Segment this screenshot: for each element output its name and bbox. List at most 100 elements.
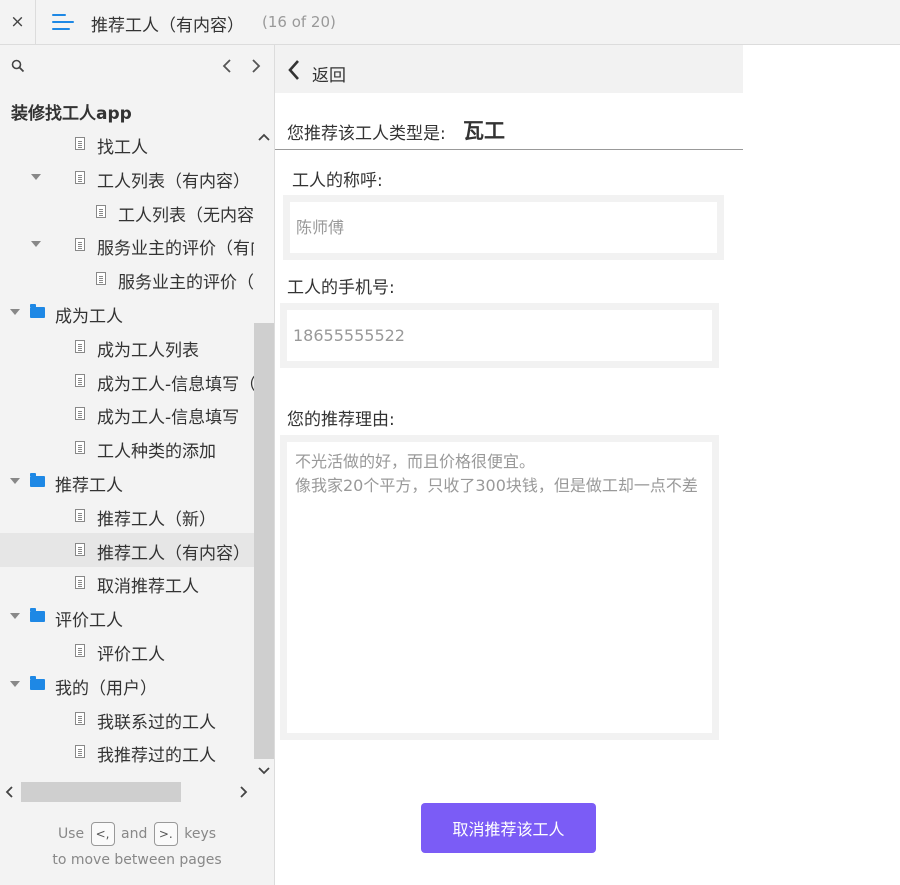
- caret-down-icon[interactable]: [10, 680, 20, 687]
- sidebar-page-item[interactable]: 取消推荐工人: [0, 566, 254, 600]
- key-prev: <,: [90, 822, 115, 846]
- page-icon: [75, 711, 85, 725]
- chevron-left-icon: [222, 59, 231, 73]
- page-icon: [75, 576, 85, 590]
- prev-page-button[interactable]: [218, 55, 236, 77]
- sidebar-page-item[interactable]: 我联系过的工人: [0, 702, 254, 736]
- sidebar-page-item[interactable]: 服务业主的评价（无内容）: [0, 262, 254, 296]
- page-icon: [75, 441, 85, 455]
- scrollbar-thumb[interactable]: [21, 782, 181, 802]
- caret-down-icon[interactable]: [10, 309, 20, 315]
- folder-icon: [30, 473, 45, 487]
- scroll-up-icon[interactable]: [258, 127, 270, 147]
- top-bar: × 推荐工人（有内容） (16 of 20): [0, 0, 900, 45]
- worker-name-input[interactable]: [290, 202, 717, 253]
- page-title: 推荐工人（有内容）: [91, 16, 244, 36]
- prototype-canvas: 返回 您推荐该工人类型是: 瓦工 工人的称呼: 工人的手机号: 您的推荐理由: …: [275, 45, 900, 885]
- scroll-left-icon[interactable]: [3, 782, 15, 802]
- reason-textarea[interactable]: [287, 442, 712, 733]
- caret-down-icon[interactable]: [31, 173, 41, 180]
- sidebar-item-label: 找工人: [97, 138, 148, 158]
- sidebar-page-item[interactable]: 找工人: [0, 127, 254, 161]
- sidebar-item-label: 服务业主的评价（无内容）: [118, 273, 254, 294]
- page-icon: [75, 542, 85, 556]
- sidebar-page-item[interactable]: 成为工人列表: [0, 330, 254, 364]
- sidebar-folder[interactable]: 我的（用户）: [0, 668, 254, 702]
- close-button[interactable]: ×: [0, 0, 36, 44]
- worker-type-value: 瓦工: [463, 119, 505, 143]
- folder-icon: [30, 608, 45, 623]
- caret-down-icon[interactable]: [10, 478, 20, 484]
- page-icon: [75, 339, 85, 353]
- page-icon: [75, 137, 85, 150]
- scroll-down-icon[interactable]: [258, 761, 270, 781]
- close-icon: ×: [10, 12, 25, 32]
- page-counter: (16 of 20): [262, 13, 336, 31]
- worker-name-label: 工人的称呼:: [292, 171, 383, 191]
- sidebar-page-item[interactable]: 推荐工人（有内容）: [0, 532, 254, 567]
- folder-icon: [30, 304, 45, 318]
- sidebar-item-label: 我推荐过的工人: [97, 746, 216, 767]
- page-tree: 找工人工人列表（有内容） 工人列表（无内容） 服务业主的评价（有内容） 服务业主的评价…: [0, 127, 254, 777]
- sidebar-item-label: 成为工人: [55, 307, 123, 327]
- caret-down-icon[interactable]: [10, 613, 20, 620]
- sidebar-folder[interactable]: 评价工人: [0, 600, 254, 634]
- menu-icon[interactable]: [52, 12, 74, 32]
- sidebar-page-item[interactable]: 成为工人-信息填写: [0, 397, 254, 431]
- sidebar-page-item[interactable]: 工人列表（有内容）: [0, 161, 254, 195]
- next-page-button[interactable]: [247, 55, 265, 77]
- project-title: 装修找工人app: [11, 104, 132, 124]
- sidebar-item-label: 工人列表（有内容）: [97, 171, 250, 192]
- caret-down-icon[interactable]: [31, 241, 41, 248]
- worker-type-row: 您推荐该工人类型是: 瓦工: [275, 115, 743, 150]
- back-bar[interactable]: 返回: [275, 45, 743, 93]
- sidebar-item-label: 成为工人列表: [97, 340, 199, 361]
- sidebar-item-label: 推荐工人（有内容）: [97, 543, 250, 564]
- page-icon: [75, 238, 85, 252]
- page-icon: [96, 204, 106, 218]
- back-link[interactable]: 返回: [312, 61, 346, 86]
- cancel-recommend-button[interactable]: 取消推荐该工人: [421, 803, 596, 853]
- sidebar-item-label: 成为工人-信息填写: [97, 408, 240, 429]
- page-icon: [75, 508, 85, 522]
- worker-phone-label: 工人的手机号:: [287, 278, 395, 298]
- sidebar-folder[interactable]: 推荐工人: [0, 465, 254, 499]
- chevron-right-icon: [252, 59, 261, 73]
- search-icon[interactable]: [11, 59, 25, 73]
- sidebar-page-item[interactable]: 成为工人-信息填写（案例）: [0, 364, 254, 398]
- reason-label: 您的推荐理由:: [287, 410, 395, 430]
- page-icon: [75, 373, 85, 387]
- sidebar-page-item[interactable]: 我推荐过的工人: [0, 735, 254, 769]
- scroll-right-icon[interactable]: [238, 782, 250, 802]
- sidebar-horizontal-scrollbar[interactable]: [0, 780, 274, 804]
- worker-type-label: 您推荐该工人类型是:: [287, 124, 446, 144]
- sidebar-item-label: 我的（用户）: [55, 678, 157, 699]
- sidebar-item-label: 推荐工人（新）: [97, 509, 216, 530]
- worker-phone-input[interactable]: [287, 310, 712, 361]
- sidebar-item-label: 工人列表（无内容）: [118, 205, 254, 226]
- worker-phone-field-wrap: [280, 303, 719, 368]
- sidebar-page-item[interactable]: 服务业主的评价（有内容）: [0, 228, 254, 262]
- sidebar-item-label: 评价工人: [97, 645, 165, 665]
- keyboard-hint: Use <, and >. keys to move between pages: [0, 821, 274, 873]
- sidebar-item-label: 成为工人-信息填写（案例）: [97, 374, 254, 395]
- sidebar-item-label: 取消推荐工人: [97, 577, 199, 598]
- sidebar-item-label: 评价工人: [55, 611, 123, 632]
- sidebar-item-label: 我联系过的工人: [97, 712, 216, 733]
- sidebar-page-item[interactable]: 推荐工人（新）: [0, 499, 254, 533]
- chevron-left-icon[interactable]: [287, 59, 301, 81]
- sidebar-folder[interactable]: 成为工人: [0, 296, 254, 330]
- sidebar-vertical-scrollbar[interactable]: [254, 127, 274, 787]
- sidebar-page-item[interactable]: 工人种类的添加: [0, 431, 254, 465]
- page-icon: [75, 170, 85, 184]
- sidebar-item-label: 推荐工人: [55, 476, 123, 496]
- page-icon: [96, 272, 106, 286]
- page-icon: [75, 745, 85, 759]
- sidebar-item-label: 工人种类的添加: [97, 442, 216, 463]
- reason-field-wrap: [280, 435, 719, 740]
- sidebar-page-item[interactable]: 评价工人: [0, 634, 254, 668]
- sidebar: 装修找工人app 找工人工人列表（有内容） 工人列表（无内容） 服务业主的评价（有内…: [0, 45, 275, 885]
- scrollbar-thumb[interactable]: [254, 323, 274, 759]
- sidebar-page-item[interactable]: 工人列表（无内容）: [0, 195, 254, 229]
- worker-name-field-wrap: [283, 195, 724, 260]
